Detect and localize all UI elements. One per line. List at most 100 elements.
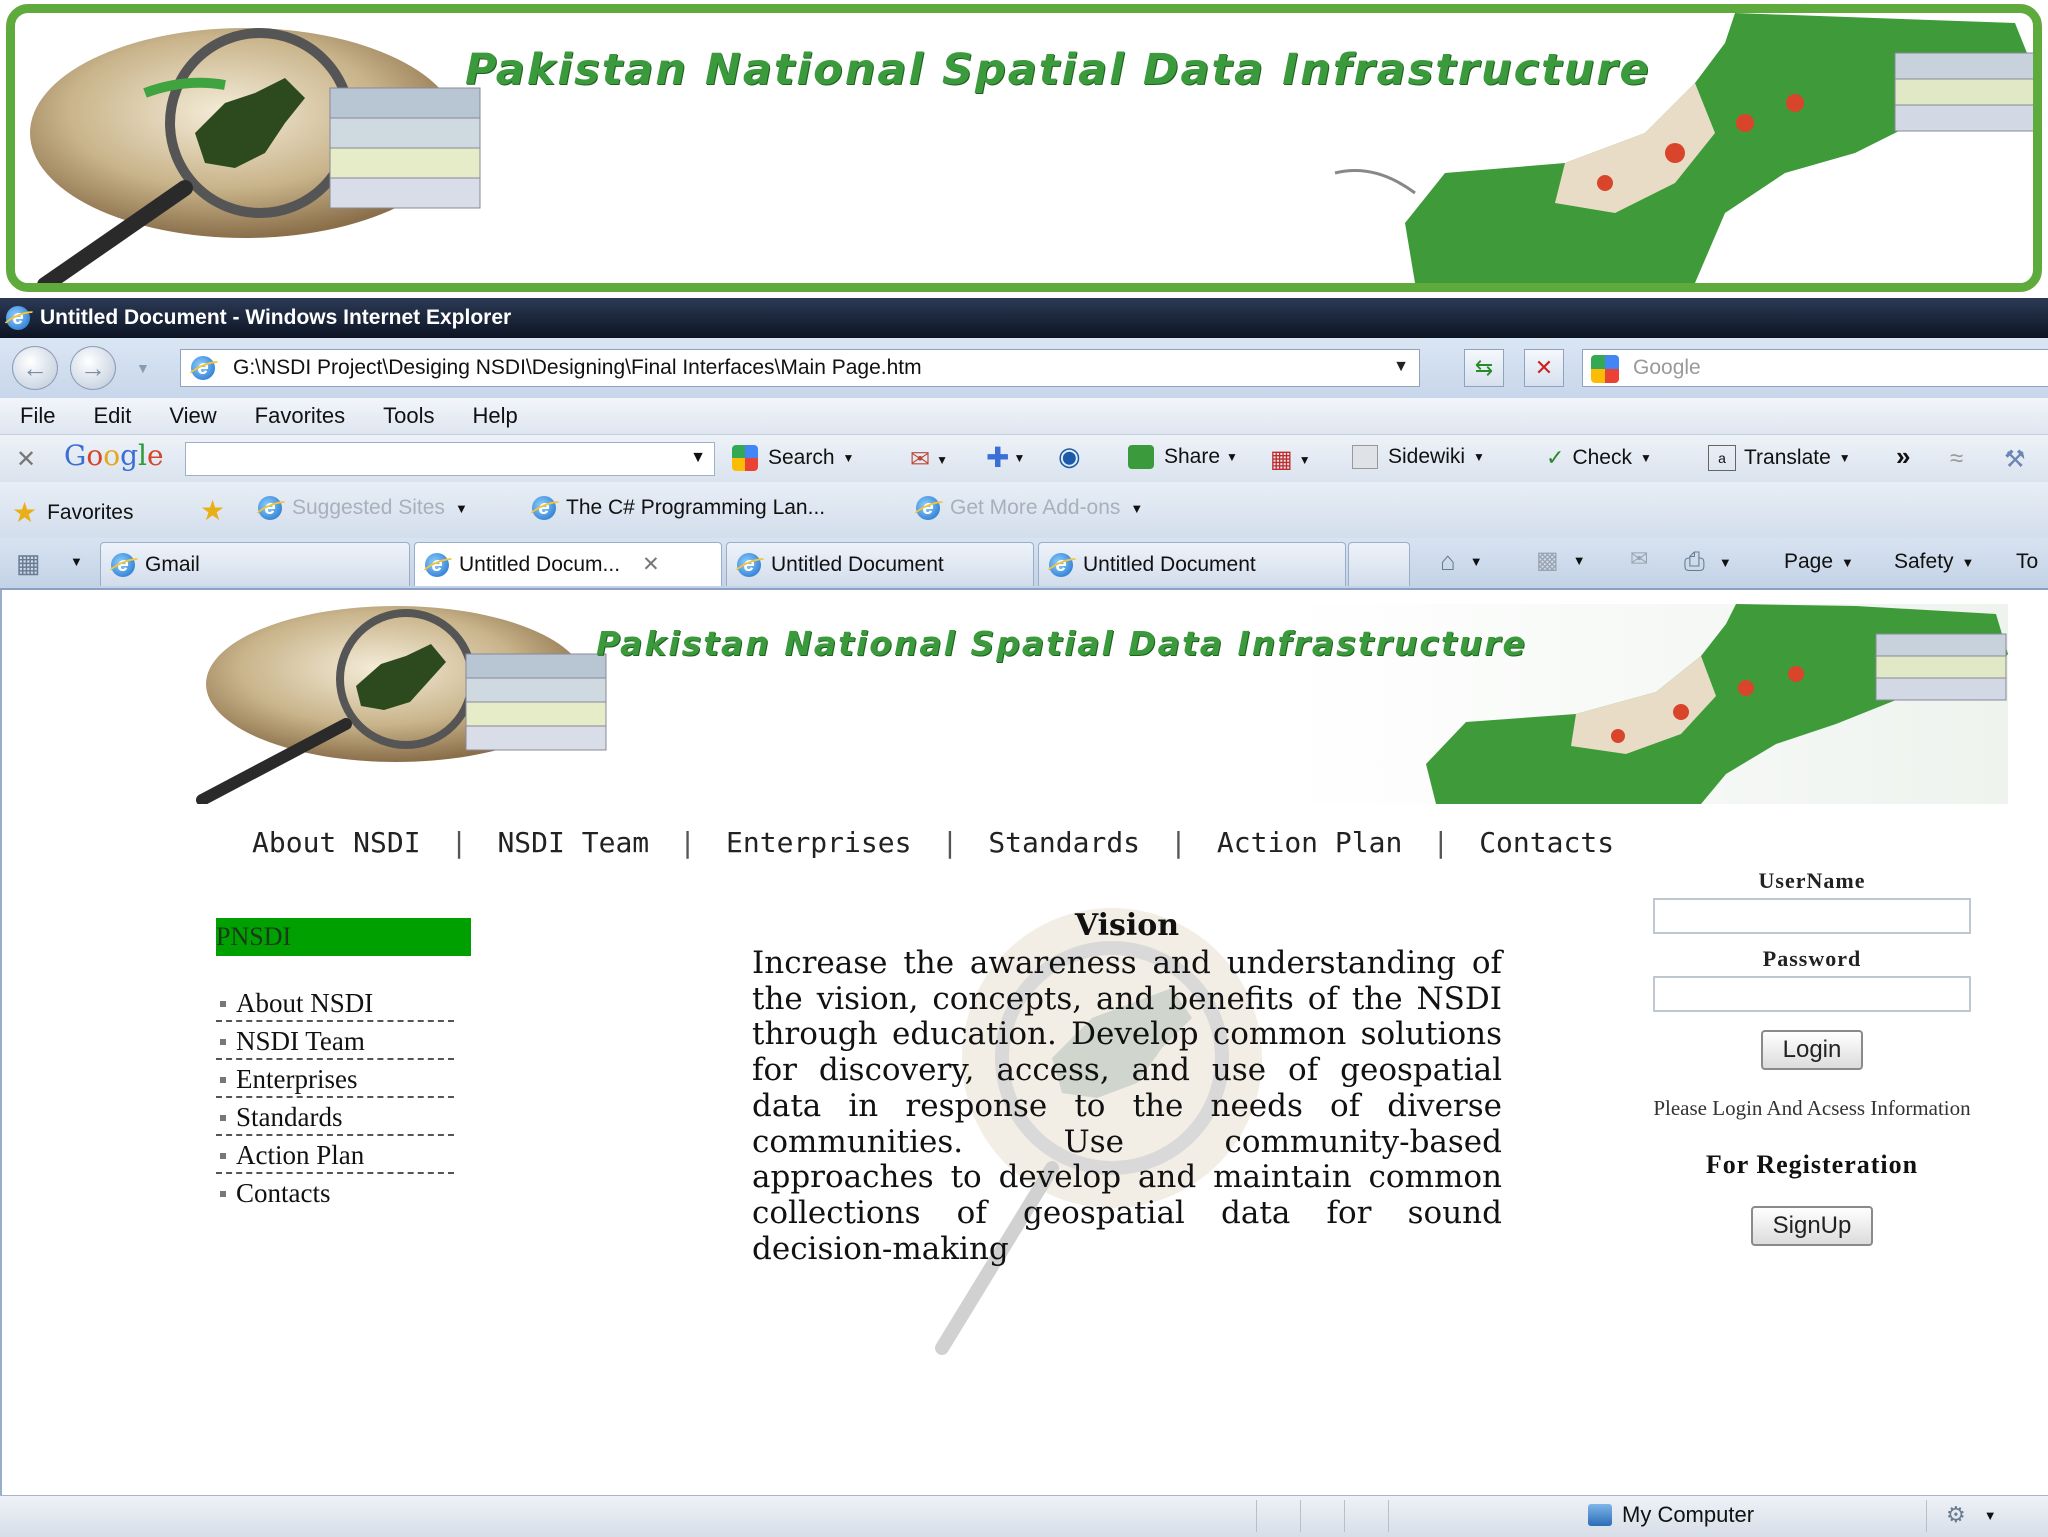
username-input[interactable] (1653, 898, 1971, 934)
top-banner: Pakistan National Spatial Data Infrastru… (6, 4, 2042, 292)
sidebar-item-enterprises[interactable]: Enterprises (216, 1060, 454, 1098)
refresh-button[interactable]: ⇆ (1464, 349, 1504, 387)
favorites-button[interactable]: ★ Favorites (12, 496, 133, 529)
menu-file[interactable]: File (20, 403, 55, 429)
translate-page-icon[interactable]: ▦ ▼ (1270, 445, 1311, 474)
page-banner: Pakistan National Spatial Data Infrastru… (196, 604, 2008, 804)
safety-menu-label: Safety (1894, 550, 1954, 573)
nav-about-nsdi[interactable]: About NSDI (252, 826, 421, 859)
new-tab-button[interactable] (1348, 542, 1410, 586)
add-to-favorites-icon[interactable]: ★ (200, 494, 225, 527)
share-icon (1128, 445, 1154, 469)
google-search-dropdown-icon[interactable]: ▼ (690, 449, 706, 467)
status-bar: My Computer ⚙ ▼ (0, 1495, 2048, 1537)
status-divider (1256, 1500, 1257, 1532)
search-input[interactable]: Google (1582, 349, 2048, 387)
tab-list-dropdown-icon[interactable]: ▼ (70, 554, 83, 569)
menu-view[interactable]: View (169, 403, 216, 429)
nav-enterprises[interactable]: Enterprises (726, 826, 911, 859)
vision-title: Vision (1074, 908, 1180, 943)
status-divider (1388, 1500, 1389, 1532)
nav-contacts[interactable]: Contacts (1479, 826, 1614, 859)
earth-icon[interactable]: ◉ (1058, 441, 1081, 472)
share-button[interactable]: Share ▼ (1128, 445, 1238, 469)
stop-button[interactable]: ✕ (1524, 349, 1564, 387)
password-label: Password (1762, 946, 1862, 971)
login-button[interactable]: Login (1760, 1030, 1864, 1070)
fav-suggested-sites[interactable]: e Suggested Sites ▼ (258, 496, 468, 520)
sidebar-item-nsdi-team[interactable]: NSDI Team (216, 1022, 454, 1060)
nav-nsdi-team[interactable]: NSDI Team (497, 826, 649, 859)
feeds-button[interactable]: ▩ ▼ (1536, 546, 1586, 575)
page-menu[interactable]: Page ▼ (1784, 550, 1854, 574)
bookmark-button[interactable]: ✉ ▼ (910, 445, 948, 474)
favorites-star-icon: ★ (12, 497, 38, 528)
home-button[interactable]: ⌂ ▼ (1440, 546, 1483, 577)
more-chevron-icon[interactable]: » (1896, 441, 1910, 472)
address-bar: ← → ▼ e G:\NSDI Project\Desiging NSDI\De… (0, 338, 2048, 399)
tab-untitled-active[interactable]: e Untitled Docum... ✕ (414, 542, 722, 586)
google-logo: Google (64, 439, 164, 472)
security-zone[interactable]: My Computer (1588, 1502, 1754, 1528)
tab-bar: ▦ ▼ e Gmail e Untitled Docum... ✕ e Unti… (0, 538, 2048, 590)
translate-button[interactable]: a Translate ▼ (1708, 445, 1851, 471)
page-menu-label: Page (1784, 550, 1834, 573)
safety-menu[interactable]: Safety ▼ (1894, 550, 1974, 574)
menu-tools[interactable]: Tools (383, 403, 434, 429)
security-zone-label: My Computer (1622, 1502, 1755, 1527)
dropdown-icon[interactable]: ▼ (843, 451, 855, 465)
menu-help[interactable]: Help (473, 403, 518, 429)
tab-untitled-3[interactable]: e Untitled Document (1038, 542, 1346, 586)
ie-page-icon: e (258, 496, 282, 520)
fav-get-addons[interactable]: e Get More Add-ons ▼ (916, 496, 1143, 520)
google-search-input[interactable]: ▼ (185, 442, 715, 476)
nav-action-plan[interactable]: Action Plan (1217, 826, 1402, 859)
plus-button[interactable]: ✚ ▼ (986, 441, 1025, 474)
close-tab-icon[interactable]: ✕ (642, 552, 660, 577)
feed-icon[interactable]: ≈ (1950, 445, 1963, 473)
google-search-icon (732, 445, 758, 471)
zoom-icon[interactable]: ⚙ ▼ (1946, 1502, 1997, 1528)
registration-title: For Registeration (1705, 1150, 1919, 1179)
tools-menu[interactable]: To (2016, 550, 2038, 574)
nav-separator: | (1170, 825, 1187, 859)
translate-icon: a (1708, 445, 1736, 471)
tab-gmail[interactable]: e Gmail (100, 542, 410, 586)
status-divider (1926, 1500, 1927, 1532)
fav-csharp[interactable]: e The C# Programming Lan... (532, 496, 825, 520)
login-panel: UserName Password Login Please Login And… (1642, 868, 1982, 1246)
nav-separator: | (941, 825, 959, 859)
sidewiki-button[interactable]: Sidewiki ▼ (1352, 445, 1485, 469)
favorites-bar: ★ Favorites ★ e Suggested Sites ▼ e The … (0, 482, 2048, 538)
sidebar-item-contacts[interactable]: Contacts (216, 1174, 454, 1212)
menu-edit[interactable]: Edit (93, 403, 131, 429)
page-icon: e (191, 356, 215, 380)
google-search-button[interactable]: Search ▼ (732, 445, 854, 471)
nav-standards[interactable]: Standards (988, 826, 1140, 859)
sidebar-item-action-plan[interactable]: Action Plan (216, 1136, 454, 1174)
username-label: UserName (1758, 868, 1866, 893)
menu-favorites[interactable]: Favorites (255, 403, 345, 429)
signup-button[interactable]: SignUp (1750, 1206, 1874, 1246)
tab-untitled-2[interactable]: e Untitled Document (726, 542, 1034, 586)
sidebar-item-about-nsdi[interactable]: About NSDI (216, 984, 454, 1022)
close-toolbar-icon[interactable]: ✕ (16, 445, 36, 474)
wrench-icon[interactable]: ⚒ (2004, 445, 2026, 474)
password-input[interactable] (1653, 976, 1971, 1012)
back-button[interactable]: ← (12, 346, 58, 390)
tab-label: Untitled Docum... (459, 552, 621, 576)
spellcheck-button[interactable]: ✓ Check ▼ (1546, 445, 1652, 471)
sidebar-item-standards[interactable]: Standards (216, 1098, 454, 1136)
address-dropdown-icon[interactable]: ▼ (1393, 358, 1409, 376)
recent-pages-dropdown-icon[interactable]: ▼ (136, 360, 150, 376)
quick-tabs-icon[interactable]: ▦ (16, 548, 41, 579)
share-label: Share (1164, 445, 1221, 468)
print-button[interactable]: ⎙ ▼ (1684, 546, 1732, 578)
address-input[interactable]: e G:\NSDI Project\Desiging NSDI\Designin… (180, 349, 1420, 387)
magnifier-globe-logo (196, 606, 607, 804)
read-mail-icon[interactable]: ✉ (1630, 546, 1648, 572)
forward-button[interactable]: → (70, 346, 116, 390)
status-divider (1300, 1500, 1301, 1532)
ie-page-icon: e (111, 552, 135, 577)
ie-page-icon: e (1049, 552, 1073, 577)
